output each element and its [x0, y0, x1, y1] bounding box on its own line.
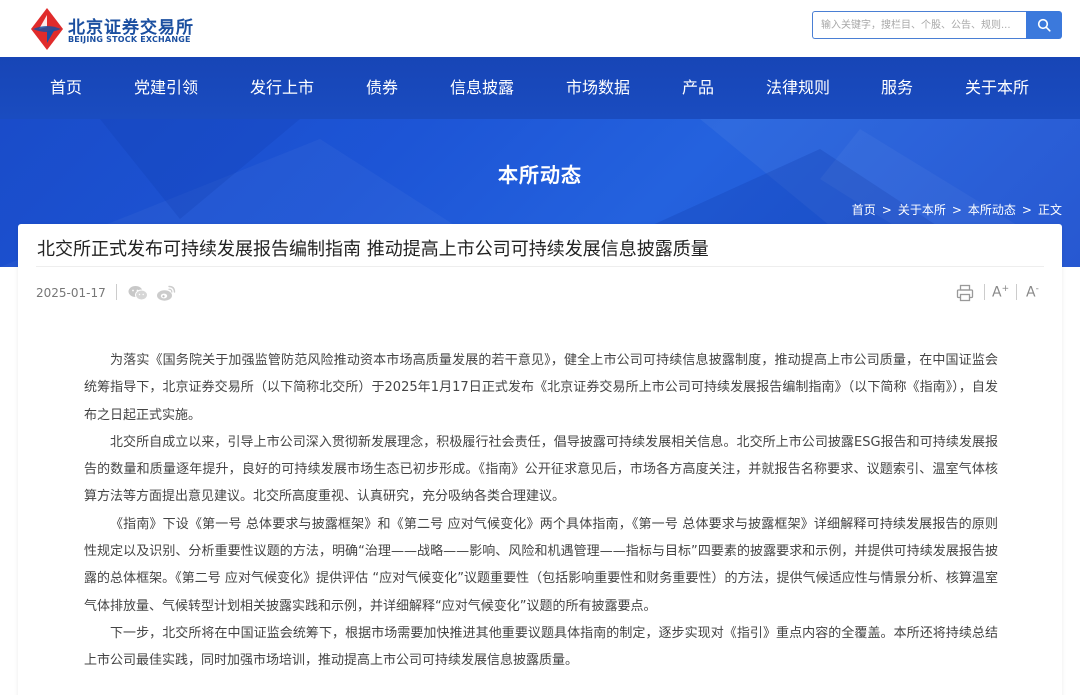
breadcrumb-news[interactable]: 本所动态	[968, 201, 1016, 218]
article-body: 为落实《国务院关于加强监管防范风险推动资本市场高质量发展的若干意见》，健全上市公…	[84, 347, 998, 675]
tool-divider	[1016, 284, 1017, 300]
title-divider	[36, 266, 1044, 267]
breadcrumb-separator: >	[951, 203, 962, 217]
nav-item-services[interactable]: 服务	[881, 57, 913, 119]
article-date: 2025-01-17	[36, 286, 106, 300]
article-paragraph: 下一步，北交所将在中国证监会统筹下，根据市场需要加快推进其他重要议题具体指南的制…	[84, 625, 998, 669]
nav-item-market-data[interactable]: 市场数据	[566, 57, 630, 119]
main-nav: 首页 党建引领 发行上市 债券 信息披露 市场数据 产品 法律规则 服务 关于本…	[0, 57, 1080, 119]
search-icon	[1037, 18, 1051, 32]
breadcrumb-separator: >	[881, 203, 892, 217]
breadcrumb-home[interactable]: 首页	[852, 201, 876, 218]
breadcrumb: 首页 > 关于本所 > 本所动态 > 正文	[852, 201, 1062, 218]
bse-logo-icon	[31, 8, 63, 50]
article-paragraph: 《指南》下设《第一号 总体要求与披露框架》和《第二号 应对气候变化》两个具体指南…	[84, 516, 998, 614]
nav-item-listing[interactable]: 发行上市	[250, 57, 314, 119]
page-title: 本所动态	[498, 163, 582, 187]
font-decrease-sup: -	[1035, 284, 1039, 294]
breadcrumb-separator: >	[1021, 203, 1032, 217]
font-increase-label: A	[992, 284, 1002, 301]
article-paragraph: 北交所自成立以来，引导上市公司深入贯彻新发展理念，积极履行社会责任，倡导披露可持…	[84, 434, 998, 505]
font-increase-sup: +	[1001, 284, 1010, 294]
nav-item-about[interactable]: 关于本所	[965, 57, 1029, 119]
search-input[interactable]	[812, 11, 1027, 39]
print-icon[interactable]	[956, 284, 974, 302]
meta-divider	[116, 284, 117, 300]
font-decrease-button[interactable]: A-	[1026, 284, 1039, 301]
font-increase-button[interactable]: A+	[992, 284, 1009, 301]
logo-text-en: BEIJING STOCK EXCHANGE	[68, 35, 191, 44]
nav-item-disclosure[interactable]: 信息披露	[450, 57, 514, 119]
nav-item-products[interactable]: 产品	[682, 57, 714, 119]
nav-item-rules[interactable]: 法律规则	[766, 57, 830, 119]
nav-item-home[interactable]: 首页	[50, 57, 82, 119]
nav-item-bonds[interactable]: 债券	[366, 57, 398, 119]
search-box	[812, 11, 1062, 39]
article-paragraph: 为落实《国务院关于加强监管防范风险推动资本市场高质量发展的若干意见》，健全上市公…	[84, 353, 998, 423]
weibo-icon[interactable]	[156, 284, 176, 302]
site-logo[interactable]: 北京证券交易所 BEIJING STOCK EXCHANGE	[30, 7, 195, 51]
nav-item-party[interactable]: 党建引领	[134, 57, 198, 119]
search-button[interactable]	[1026, 11, 1062, 39]
tool-divider	[984, 284, 985, 300]
font-decrease-label: A	[1026, 284, 1036, 301]
breadcrumb-current: 正文	[1037, 203, 1062, 217]
breadcrumb-about[interactable]: 关于本所	[898, 201, 946, 218]
site-header: 北京证券交易所 BEIJING STOCK EXCHANGE	[0, 0, 1080, 57]
article-title: 北交所正式发布可持续发展报告编制指南 推动提高上市公司可持续发展信息披露质量	[37, 239, 709, 260]
wechat-icon[interactable]	[128, 285, 148, 301]
